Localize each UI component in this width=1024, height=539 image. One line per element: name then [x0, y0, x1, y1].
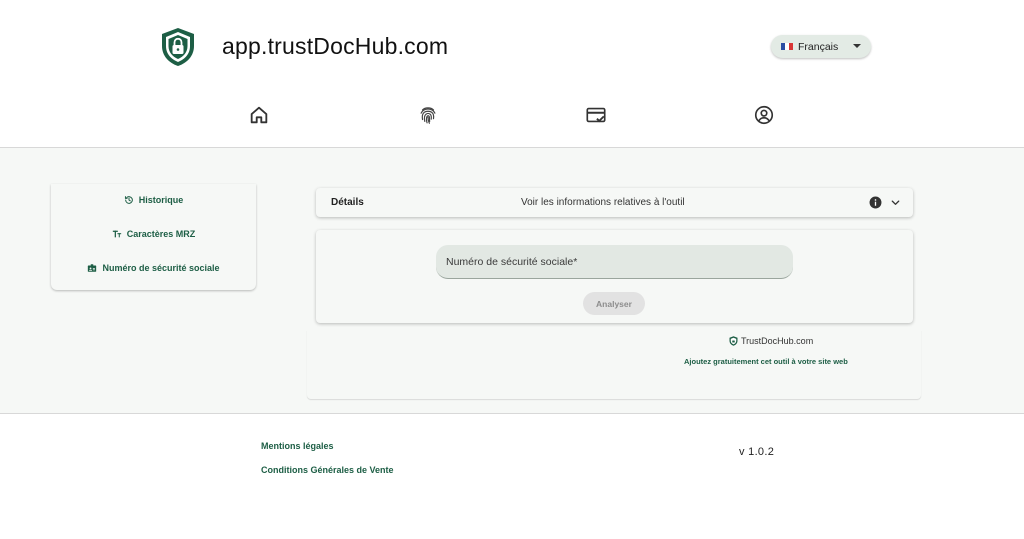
promo-brand-label: TrustDocHub.com: [741, 336, 814, 346]
app-title: app.trustDocHub.com: [222, 33, 449, 59]
sidebar-menu: Historique Caractères MRZ Numéro de sécu…: [51, 184, 256, 290]
footer: Mentions légales Conditions Générales de…: [0, 415, 1024, 539]
ssn-form-card: Analyser: [316, 230, 913, 323]
details-info-text: Voir les informations relatives à l'outi…: [521, 197, 685, 208]
sidebar-item-label: Numéro de sécurité sociale: [102, 263, 220, 273]
sidebar-item-label: Caractères MRZ: [126, 229, 196, 239]
details-panel-header[interactable]: Détails Voir les informations relatives …: [316, 188, 913, 217]
embed-tool-link[interactable]: Ajoutez gratuitement cet outil à votre s…: [684, 357, 848, 366]
shield-lock-icon: [729, 336, 738, 346]
promo-brand[interactable]: TrustDocHub.com: [729, 336, 813, 346]
history-icon: [124, 196, 133, 204]
id-card-icon: [88, 264, 97, 272]
language-label: Français: [798, 40, 839, 53]
main-content: Historique Caractères MRZ Numéro de sécu…: [0, 148, 1024, 414]
info-icon: [869, 196, 882, 209]
account-circle-icon[interactable]: [753, 104, 775, 126]
shield-lock-icon[interactable]: [160, 27, 196, 67]
text-size-icon: [112, 230, 121, 238]
sidebar-item-ssn[interactable]: Numéro de sécurité sociale: [51, 258, 256, 278]
home-icon[interactable]: [248, 104, 270, 126]
card-check-icon[interactable]: [585, 104, 607, 126]
french-flag-icon: [781, 43, 793, 50]
fingerprint-icon[interactable]: [417, 104, 439, 126]
language-select[interactable]: Français: [771, 35, 871, 58]
terms-of-sale-link[interactable]: Conditions Générales de Vente: [261, 465, 394, 475]
legal-notice-link[interactable]: Mentions légales: [261, 441, 334, 451]
analyze-button[interactable]: Analyser: [583, 292, 645, 315]
sidebar-item-history[interactable]: Historique: [51, 190, 256, 210]
app-header: app.trustDocHub.com Français: [0, 0, 1024, 148]
details-title: Détails: [331, 197, 364, 208]
sidebar-item-label: Historique: [138, 195, 184, 205]
app-version: v 1.0.2: [739, 446, 775, 458]
promo-card: TrustDocHub.com Ajoutez gratuitement cet…: [307, 330, 921, 399]
chevron-down-icon[interactable]: [890, 197, 901, 208]
caret-down-icon: [853, 44, 861, 48]
sidebar-item-mrz[interactable]: Caractères MRZ: [51, 224, 256, 244]
ssn-input[interactable]: [436, 245, 793, 279]
